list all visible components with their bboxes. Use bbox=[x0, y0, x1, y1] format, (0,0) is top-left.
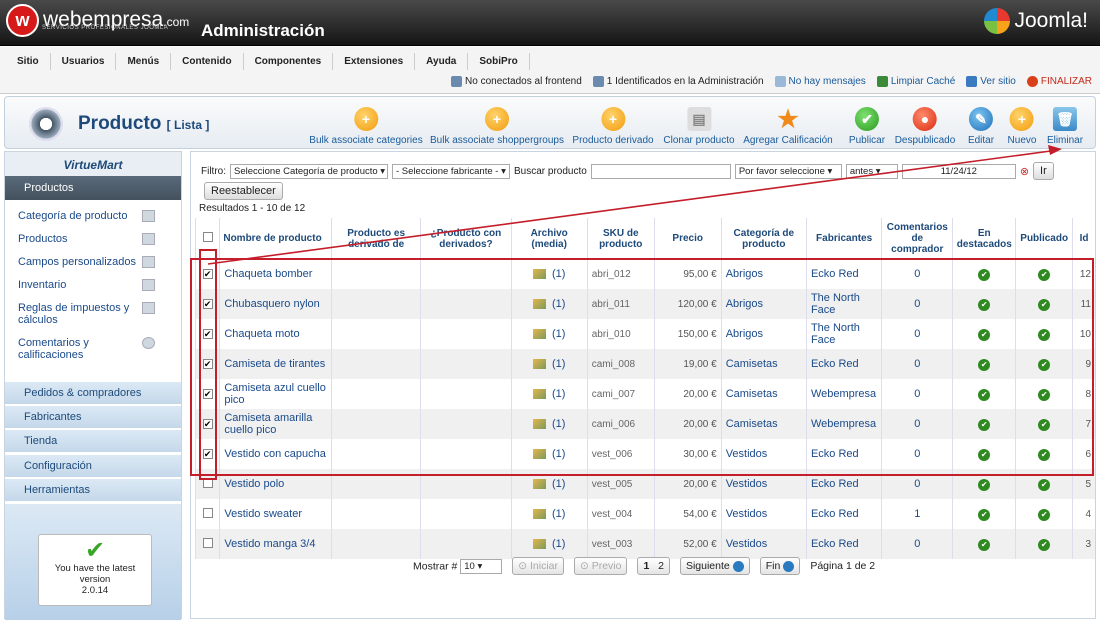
annotation-arrow-line bbox=[207, 149, 1059, 265]
annotation-arrow-head bbox=[1048, 145, 1062, 155]
checkbox-highlight-box bbox=[199, 249, 217, 480]
selection-highlight-box bbox=[190, 258, 1094, 476]
